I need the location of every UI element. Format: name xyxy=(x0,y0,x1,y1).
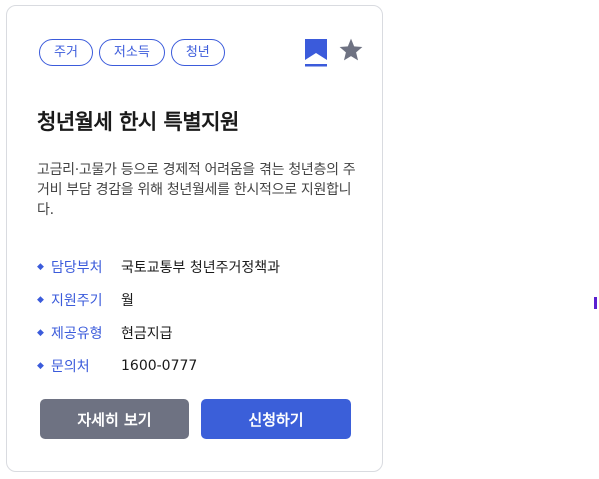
info-value: 1600-0777 xyxy=(121,357,198,374)
bullet-icon: ◆ xyxy=(37,327,44,338)
tag-housing[interactable]: 주거 xyxy=(39,39,93,66)
info-list: ◆ 담당부처 국토교통부 청년주거정책과 ◆ 지원주기 월 ◆ 제공유형 현금지… xyxy=(37,250,367,382)
bookmark-icon[interactable] xyxy=(304,38,328,68)
tag-youth[interactable]: 청년 xyxy=(170,39,225,66)
bullet-icon: ◆ xyxy=(37,294,44,305)
tag-list: 주거 저소득 청년 xyxy=(39,39,225,66)
apply-button[interactable]: 신청하기 xyxy=(201,399,351,439)
info-row-department: ◆ 담당부처 국토교통부 청년주거정책과 xyxy=(37,250,367,283)
policy-card: 주거 저소득 청년 청년월세 한시 특별지원 고금리·고물가 등으로 경제적 어… xyxy=(6,5,383,472)
info-value: 월 xyxy=(121,292,134,309)
info-row-contact: ◆ 문의처 1600-0777 xyxy=(37,349,367,382)
info-value: 현금지급 xyxy=(121,325,173,342)
view-details-button[interactable]: 자세히 보기 xyxy=(40,399,189,439)
star-icon[interactable] xyxy=(338,37,364,63)
bullet-icon: ◆ xyxy=(37,261,44,272)
info-label: 담당부처 xyxy=(51,259,103,276)
policy-description: 고금리·고물가 등으로 경제적 어려움을 겪는 청년층의 주거비 부담 경감을 … xyxy=(37,162,356,218)
info-row-cycle: ◆ 지원주기 월 xyxy=(37,283,367,316)
bullet-icon: ◆ xyxy=(37,360,44,371)
info-label: 지원주기 xyxy=(51,292,103,309)
info-label: 문의처 xyxy=(51,358,90,375)
info-value: 국토교통부 청년주거정책과 xyxy=(121,259,281,276)
info-row-type: ◆ 제공유형 현금지급 xyxy=(37,316,367,349)
info-label: 제공유형 xyxy=(51,325,103,342)
scroll-marker xyxy=(594,297,597,309)
tag-low-income[interactable]: 저소득 xyxy=(98,39,165,66)
policy-title: 청년월세 한시 특별지원 xyxy=(37,110,239,134)
